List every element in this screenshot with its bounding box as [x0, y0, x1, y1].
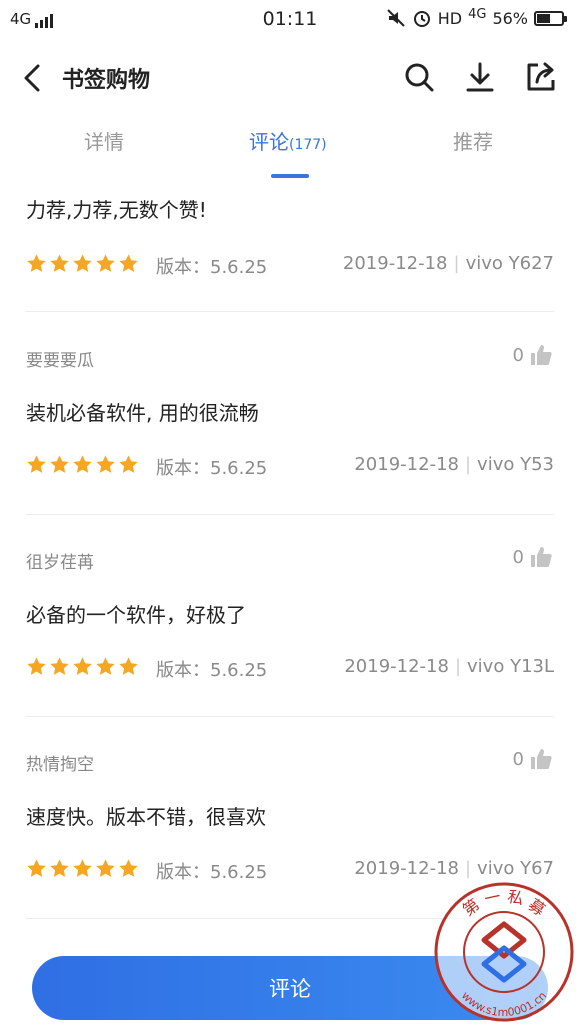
- rating-stars: [26, 858, 139, 879]
- review-version: 版本：5.6.25: [156, 660, 268, 681]
- status-bar: 4G 01:11 HD 4G 56%: [0, 0, 580, 40]
- mute-icon: [387, 9, 405, 27]
- like-count: 0: [512, 344, 524, 366]
- review-date-device: 2019-12-18 | vivo Y67: [354, 858, 554, 879]
- review-text: 必备的一个软件，好极了: [26, 603, 246, 627]
- divider: [26, 716, 554, 717]
- star-icon: [73, 455, 92, 473]
- review-date-device: 2019-12-18 | vivo Y627: [343, 253, 554, 274]
- share-icon[interactable]: [524, 60, 558, 94]
- star-icon: [50, 657, 69, 675]
- star-icon: [73, 859, 92, 877]
- star-icon: [96, 254, 115, 272]
- hd-label: HD: [437, 8, 463, 28]
- review-text: 装机必备软件, 用的很流畅: [26, 401, 259, 425]
- review-date-device: 2019-12-18 | vivo Y13L: [344, 656, 554, 677]
- separator: |: [453, 253, 460, 274]
- tab-recommend[interactable]: 推荐: [453, 126, 493, 155]
- star-icon: [27, 657, 46, 675]
- review-version: 版本：5.6.25: [156, 862, 268, 883]
- tab-bar: 详情 评论(177) 推荐: [0, 120, 580, 180]
- review-text: 速度快。版本不错，很喜欢: [26, 805, 266, 829]
- review-meta: 版本：5.6.25 2019-12-18 | vivo Y13L: [26, 656, 554, 682]
- battery-icon: [534, 10, 567, 26]
- download-icon[interactable]: [463, 60, 497, 94]
- tab-label: 推荐: [453, 130, 493, 154]
- thumbs-up-icon: [531, 345, 552, 365]
- star-icon: [27, 455, 46, 473]
- like-count: 0: [512, 748, 524, 770]
- star-icon: [96, 455, 115, 473]
- star-icon: [96, 859, 115, 877]
- review-date: 2019-12-18: [354, 858, 459, 879]
- like-button[interactable]: 0: [513, 344, 552, 366]
- alarm-icon: [413, 11, 430, 27]
- tab-comments[interactable]: 评论(177): [249, 126, 327, 155]
- star-icon: [50, 859, 69, 877]
- thumbs-up-icon: [531, 749, 552, 769]
- tab-label: 详情: [84, 130, 124, 154]
- network-type-right: 4G: [468, 6, 487, 22]
- separator: |: [454, 656, 462, 677]
- star-icon: [27, 254, 46, 272]
- review-device: vivo Y627: [465, 253, 554, 274]
- rating-stars: [26, 656, 139, 677]
- star-icon: [119, 859, 138, 877]
- review-date: 2019-12-18: [344, 656, 449, 677]
- star-icon: [119, 254, 138, 272]
- review-device: vivo Y53: [477, 454, 554, 475]
- star-icon: [73, 657, 92, 675]
- watermark-seal: 第 一 私 募 www.s1m0001.cn: [434, 882, 574, 1022]
- review-username: 要要要瓜: [26, 351, 94, 371]
- like-button[interactable]: 0: [513, 748, 552, 770]
- review-date: 2019-12-18: [342, 253, 448, 274]
- active-tab-indicator: [271, 174, 309, 178]
- review-text: 力荐,力荐,无数个赞!: [26, 198, 207, 222]
- search-icon[interactable]: [402, 60, 436, 94]
- star-icon: [96, 657, 115, 675]
- review-meta: 版本：5.6.25 2019-12-18 | vivo Y627: [26, 253, 554, 279]
- divider: [26, 514, 554, 515]
- separator: |: [464, 454, 472, 475]
- star-icon: [50, 254, 69, 272]
- star-icon: [50, 455, 69, 473]
- review-version: 版本：5.6.25: [156, 458, 268, 479]
- back-arrow-icon[interactable]: [16, 60, 52, 96]
- tab-details[interactable]: 详情: [84, 126, 124, 155]
- review-username: 热情掏空: [26, 755, 94, 775]
- page-title: 书签购物: [62, 68, 151, 93]
- thumbs-up-icon: [531, 547, 552, 567]
- rating-stars: [26, 454, 139, 475]
- rating-stars: [26, 253, 139, 274]
- app-header: 书签购物: [0, 48, 580, 108]
- review-device: vivo Y67: [477, 858, 554, 879]
- star-icon: [27, 859, 46, 877]
- tab-label: 评论: [249, 130, 289, 154]
- review-version: 版本：5.6.25: [156, 257, 268, 278]
- separator: |: [464, 858, 472, 879]
- battery-percent: 56%: [492, 8, 528, 28]
- review-date: 2019-12-18: [354, 454, 459, 475]
- divider: [26, 311, 554, 312]
- battery-fill: [537, 13, 551, 23]
- star-icon: [119, 657, 138, 675]
- like-count: 0: [512, 546, 524, 568]
- star-icon: [119, 455, 138, 473]
- review-meta: 版本：5.6.25 2019-12-18 | vivo Y53: [26, 454, 554, 480]
- like-button[interactable]: 0: [513, 546, 552, 568]
- tab-comment-count: (177): [289, 137, 327, 153]
- review-username: 徂岁荏苒: [26, 553, 94, 573]
- review-device: vivo Y13L: [467, 656, 554, 677]
- status-right: HD 4G 56%: [386, 6, 567, 28]
- review-date-device: 2019-12-18 | vivo Y53: [354, 454, 554, 475]
- star-icon: [73, 254, 92, 272]
